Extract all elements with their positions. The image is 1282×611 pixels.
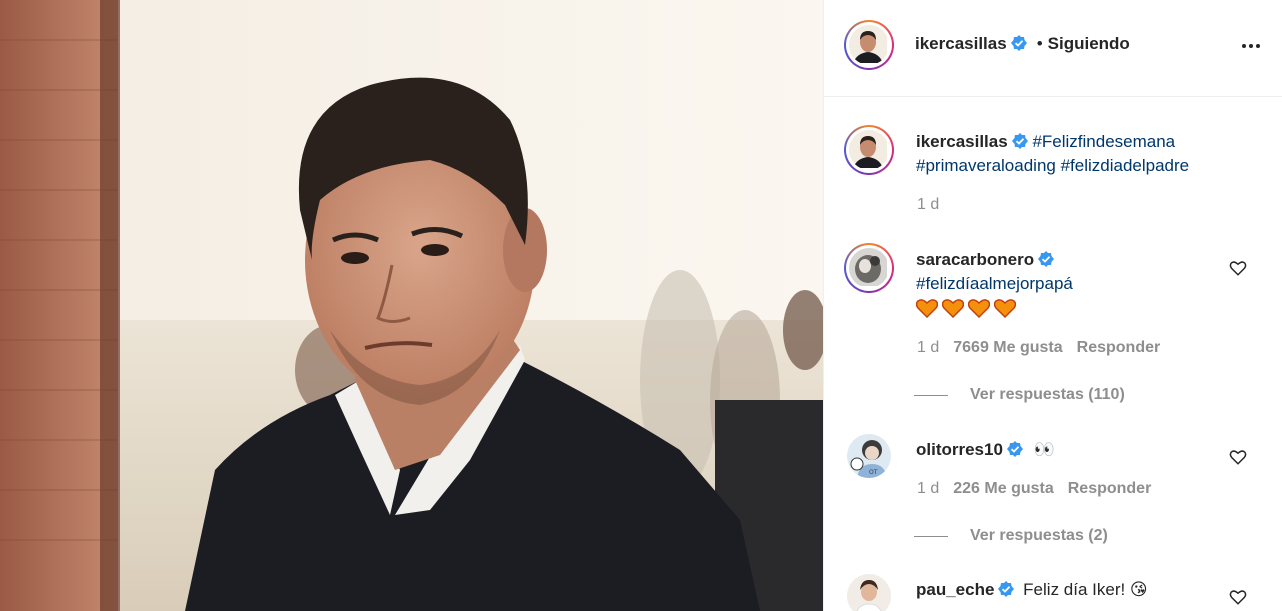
comment-pau-eche: pau_eche Feliz día Iker! 😘 — [916, 578, 1216, 602]
comment-text: Feliz día Iker! 😘 — [1023, 580, 1148, 599]
view-replies-button[interactable]: Ver respuestas (110) — [914, 386, 1125, 404]
comment-meta: 1 d 226 Me gusta Responder — [917, 480, 1151, 498]
comment-meta: 1 d 7669 Me gusta Responder — [917, 339, 1160, 357]
avatar-image — [849, 248, 887, 286]
verified-badge-icon — [1038, 251, 1055, 267]
comment-username[interactable]: saracarbonero — [916, 250, 1034, 269]
view-replies-label: Ver respuestas (2) — [970, 527, 1108, 544]
more-options-icon[interactable] — [1239, 34, 1263, 58]
view-replies-label: Ver respuestas (110) — [970, 386, 1125, 403]
comment-avatar-olitorres10[interactable]: OT — [847, 434, 891, 478]
post-header: ikercasillas • Siguiendo — [824, 0, 1282, 97]
comment-likes[interactable]: 7669 Me gusta — [953, 339, 1062, 356]
comment-avatar-saracarbonero[interactable] — [844, 243, 894, 293]
comment-username[interactable]: pau_eche — [916, 580, 994, 599]
replies-divider — [914, 394, 948, 396]
comment-likes[interactable]: 226 Me gusta — [953, 480, 1053, 497]
orange-heart-icon — [968, 299, 990, 318]
like-comment-heart-icon[interactable] — [1229, 588, 1247, 606]
comment-username[interactable]: olitorres10 — [916, 440, 1003, 459]
caption-time[interactable]: 1 d — [917, 196, 939, 214]
caption-hashtag-2[interactable]: #primaveraloading #felizdiadelpadre — [916, 156, 1189, 175]
caption-username[interactable]: ikercasillas — [916, 132, 1008, 151]
orange-hearts-emoji — [916, 298, 1020, 322]
comment-text: 👀 — [1033, 440, 1055, 459]
header-separator: • — [1036, 34, 1043, 53]
verified-badge-icon — [1010, 35, 1027, 51]
post-image — [0, 0, 823, 611]
comment-time[interactable]: 1 d — [917, 480, 939, 497]
orange-heart-icon — [916, 299, 938, 318]
comment-time[interactable]: 1 d — [917, 339, 939, 356]
view-replies-button[interactable]: Ver respuestas (2) — [914, 527, 1108, 545]
verified-badge-icon — [1011, 133, 1028, 149]
avatar-image — [849, 25, 887, 63]
avatar-image — [849, 130, 887, 168]
header-user-line: ikercasillas • Siguiendo — [915, 34, 1130, 54]
verified-badge-icon — [998, 581, 1015, 597]
reply-button[interactable]: Responder — [1068, 480, 1152, 497]
post-caption: ikercasillas #Felizfindesemana #primaver… — [916, 130, 1266, 178]
post-side-panel: ikercasillas • Siguiendo ikercasillas #Fel… — [823, 0, 1282, 611]
like-comment-heart-icon[interactable] — [1229, 259, 1247, 277]
svg-text:OT: OT — [869, 469, 878, 476]
header-username[interactable]: ikercasillas — [915, 34, 1007, 53]
comment-olitorres10: olitorres10 👀 — [916, 438, 1216, 462]
post-photo[interactable] — [0, 0, 823, 611]
orange-heart-icon — [942, 299, 964, 318]
following-button[interactable]: Siguiendo — [1048, 34, 1130, 53]
caption-hashtag-1[interactable]: #Felizfindesemana — [1032, 132, 1175, 151]
comment-hashtag[interactable]: #felizdíaalmejorpapá — [916, 274, 1073, 293]
comment-saracarbonero: saracarbonero #felizdíaalmejorpapá — [916, 248, 1216, 322]
author-avatar[interactable] — [844, 20, 894, 70]
like-comment-heart-icon[interactable] — [1229, 448, 1247, 466]
reply-button[interactable]: Responder — [1077, 339, 1161, 356]
caption-author-avatar[interactable] — [844, 125, 894, 175]
avatar-image: OT — [847, 434, 891, 478]
comment-avatar-pau-eche[interactable] — [847, 574, 891, 611]
replies-divider — [914, 535, 948, 537]
avatar-image — [847, 574, 891, 611]
orange-heart-icon — [994, 299, 1016, 318]
verified-badge-icon — [1006, 441, 1023, 457]
